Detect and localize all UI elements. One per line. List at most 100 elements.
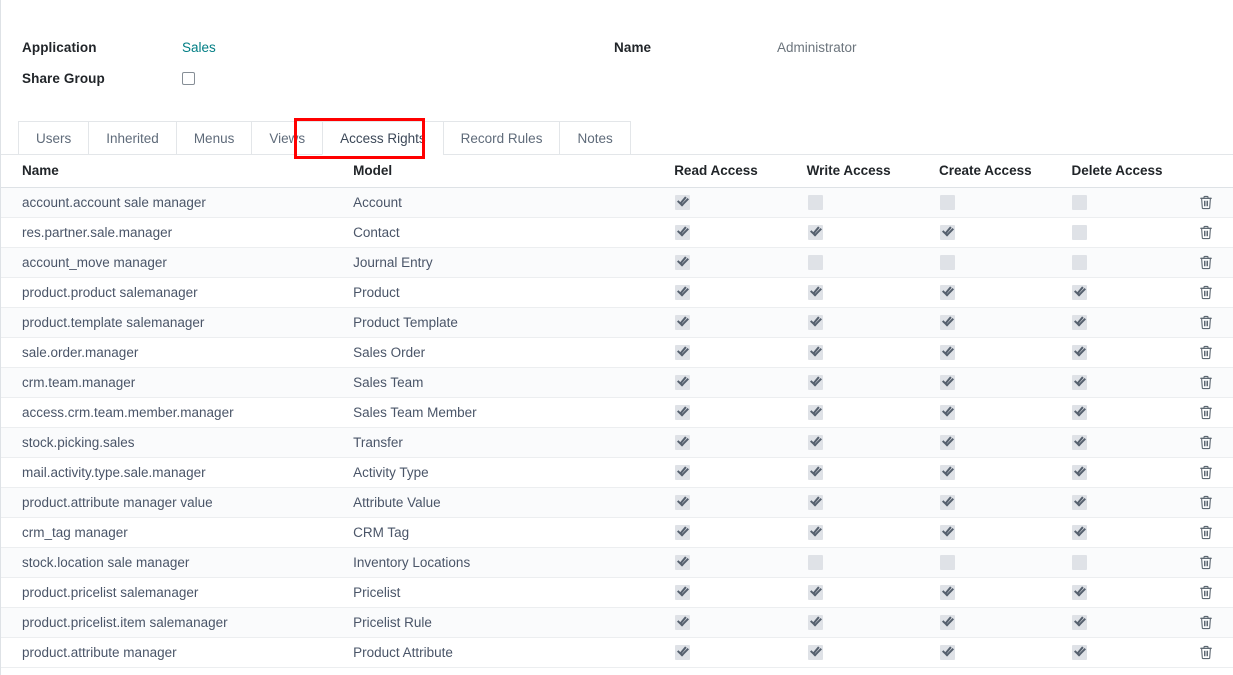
- table-row[interactable]: stock.picking.sales Transfer: [1, 427, 1233, 458]
- read-access-checkbox[interactable]: [675, 344, 691, 360]
- write-access-checkbox[interactable]: [807, 434, 823, 450]
- cell-row-delete[interactable]: [1193, 277, 1233, 308]
- cell-row-delete[interactable]: [1193, 547, 1233, 578]
- create-access-checkbox[interactable]: [940, 254, 956, 270]
- delete-access-checkbox[interactable]: [1072, 464, 1088, 480]
- cell-write-access[interactable]: [796, 397, 930, 428]
- cell-model[interactable]: Transfer: [353, 427, 665, 458]
- write-access-checkbox[interactable]: [807, 254, 823, 270]
- cell-delete-access[interactable]: [1061, 547, 1194, 578]
- delete-access-checkbox[interactable]: [1072, 224, 1088, 240]
- cell-delete-access[interactable]: [1061, 187, 1194, 218]
- cell-row-delete[interactable]: [1193, 307, 1233, 338]
- cell-model[interactable]: Account: [353, 187, 665, 218]
- trash-icon[interactable]: [1199, 525, 1213, 540]
- cell-read-access[interactable]: [664, 247, 797, 278]
- write-access-checkbox[interactable]: [807, 464, 823, 480]
- create-access-checkbox[interactable]: [940, 434, 956, 450]
- write-access-checkbox[interactable]: [807, 374, 823, 390]
- tab-access-rights[interactable]: Access Rights: [322, 121, 443, 155]
- cell-model[interactable]: CRM Tag: [353, 517, 665, 548]
- cell-create-access[interactable]: [929, 607, 1062, 638]
- cell-model[interactable]: Contact: [353, 217, 665, 248]
- cell-delete-access[interactable]: [1061, 247, 1194, 278]
- delete-access-checkbox[interactable]: [1072, 524, 1088, 540]
- cell-model[interactable]: Sales Order: [353, 337, 665, 368]
- cell-delete-access[interactable]: [1061, 577, 1194, 608]
- trash-icon[interactable]: [1199, 315, 1213, 330]
- write-access-checkbox[interactable]: [807, 494, 823, 510]
- read-access-checkbox[interactable]: [675, 614, 691, 630]
- cell-create-access[interactable]: [929, 517, 1062, 548]
- cell-read-access[interactable]: [664, 637, 797, 668]
- create-access-checkbox[interactable]: [940, 374, 956, 390]
- cell-write-access[interactable]: [796, 577, 930, 608]
- cell-model[interactable]: Attribute Value: [353, 487, 665, 518]
- cell-rule-name[interactable]: mail.activity.type.sale.manager: [1, 457, 354, 488]
- cell-create-access[interactable]: [929, 367, 1062, 398]
- table-row[interactable]: crm.team.manager Sales Team: [1, 367, 1233, 398]
- cell-row-delete[interactable]: [1193, 217, 1233, 248]
- delete-access-checkbox[interactable]: [1072, 404, 1088, 420]
- create-access-checkbox[interactable]: [940, 584, 956, 600]
- write-access-checkbox[interactable]: [807, 314, 823, 330]
- column-header-create-access[interactable]: Create Access: [929, 156, 1062, 188]
- cell-read-access[interactable]: [664, 517, 797, 548]
- table-row[interactable]: crm_tag manager CRM Tag: [1, 517, 1233, 548]
- read-access-checkbox[interactable]: [675, 284, 691, 300]
- read-access-checkbox[interactable]: [675, 254, 691, 270]
- cell-delete-access[interactable]: [1061, 337, 1194, 368]
- write-access-checkbox[interactable]: [807, 584, 823, 600]
- cell-rule-name[interactable]: sale.order.manager: [1, 337, 354, 368]
- delete-access-checkbox[interactable]: [1072, 434, 1088, 450]
- table-row[interactable]: product.pricelist salemanager Pricelist: [1, 577, 1233, 608]
- read-access-checkbox[interactable]: [675, 524, 691, 540]
- cell-model[interactable]: Product Template: [353, 307, 665, 338]
- read-access-checkbox[interactable]: [675, 434, 691, 450]
- cell-create-access[interactable]: [929, 427, 1062, 458]
- cell-read-access[interactable]: [664, 577, 797, 608]
- trash-icon[interactable]: [1199, 615, 1213, 630]
- cell-delete-access[interactable]: [1061, 487, 1194, 518]
- trash-icon[interactable]: [1199, 345, 1213, 360]
- trash-icon[interactable]: [1199, 195, 1213, 210]
- cell-rule-name[interactable]: access.crm.team.member.manager: [1, 397, 354, 428]
- create-access-checkbox[interactable]: [940, 554, 956, 570]
- trash-icon[interactable]: [1199, 285, 1213, 300]
- trash-icon[interactable]: [1199, 375, 1213, 390]
- cell-create-access[interactable]: [929, 187, 1062, 218]
- create-access-checkbox[interactable]: [940, 344, 956, 360]
- cell-create-access[interactable]: [929, 487, 1062, 518]
- cell-row-delete[interactable]: [1193, 607, 1233, 638]
- table-row[interactable]: mail.activity.type.sale.manager Activity …: [1, 457, 1233, 488]
- delete-access-checkbox[interactable]: [1072, 554, 1088, 570]
- read-access-checkbox[interactable]: [675, 404, 691, 420]
- trash-icon[interactable]: [1199, 585, 1213, 600]
- create-access-checkbox[interactable]: [940, 284, 956, 300]
- cell-rule-name[interactable]: stock.location sale manager: [1, 547, 354, 578]
- cell-write-access[interactable]: [796, 187, 930, 218]
- write-access-checkbox[interactable]: [807, 344, 823, 360]
- table-row[interactable]: stock.location sale manager Inventory Loc…: [1, 547, 1233, 578]
- cell-row-delete[interactable]: [1193, 427, 1233, 458]
- cell-write-access[interactable]: [796, 547, 930, 578]
- read-access-checkbox[interactable]: [675, 644, 691, 660]
- read-access-checkbox[interactable]: [675, 314, 691, 330]
- read-access-checkbox[interactable]: [675, 224, 691, 240]
- cell-create-access[interactable]: [929, 397, 1062, 428]
- cell-read-access[interactable]: [664, 277, 797, 308]
- cell-rule-name[interactable]: res.partner.sale.manager: [1, 217, 354, 248]
- cell-model[interactable]: Activity Type: [353, 457, 665, 488]
- cell-rule-name[interactable]: product.product salemanager: [1, 277, 354, 308]
- cell-delete-access[interactable]: [1061, 517, 1194, 548]
- cell-create-access[interactable]: [929, 307, 1062, 338]
- cell-create-access[interactable]: [929, 637, 1062, 668]
- cell-row-delete[interactable]: [1193, 487, 1233, 518]
- cell-rule-name[interactable]: crm_tag manager: [1, 517, 354, 548]
- cell-create-access[interactable]: [929, 457, 1062, 488]
- cell-delete-access[interactable]: [1061, 427, 1194, 458]
- cell-read-access[interactable]: [664, 457, 797, 488]
- read-access-checkbox[interactable]: [675, 554, 691, 570]
- create-access-checkbox[interactable]: [940, 464, 956, 480]
- cell-delete-access[interactable]: [1061, 367, 1194, 398]
